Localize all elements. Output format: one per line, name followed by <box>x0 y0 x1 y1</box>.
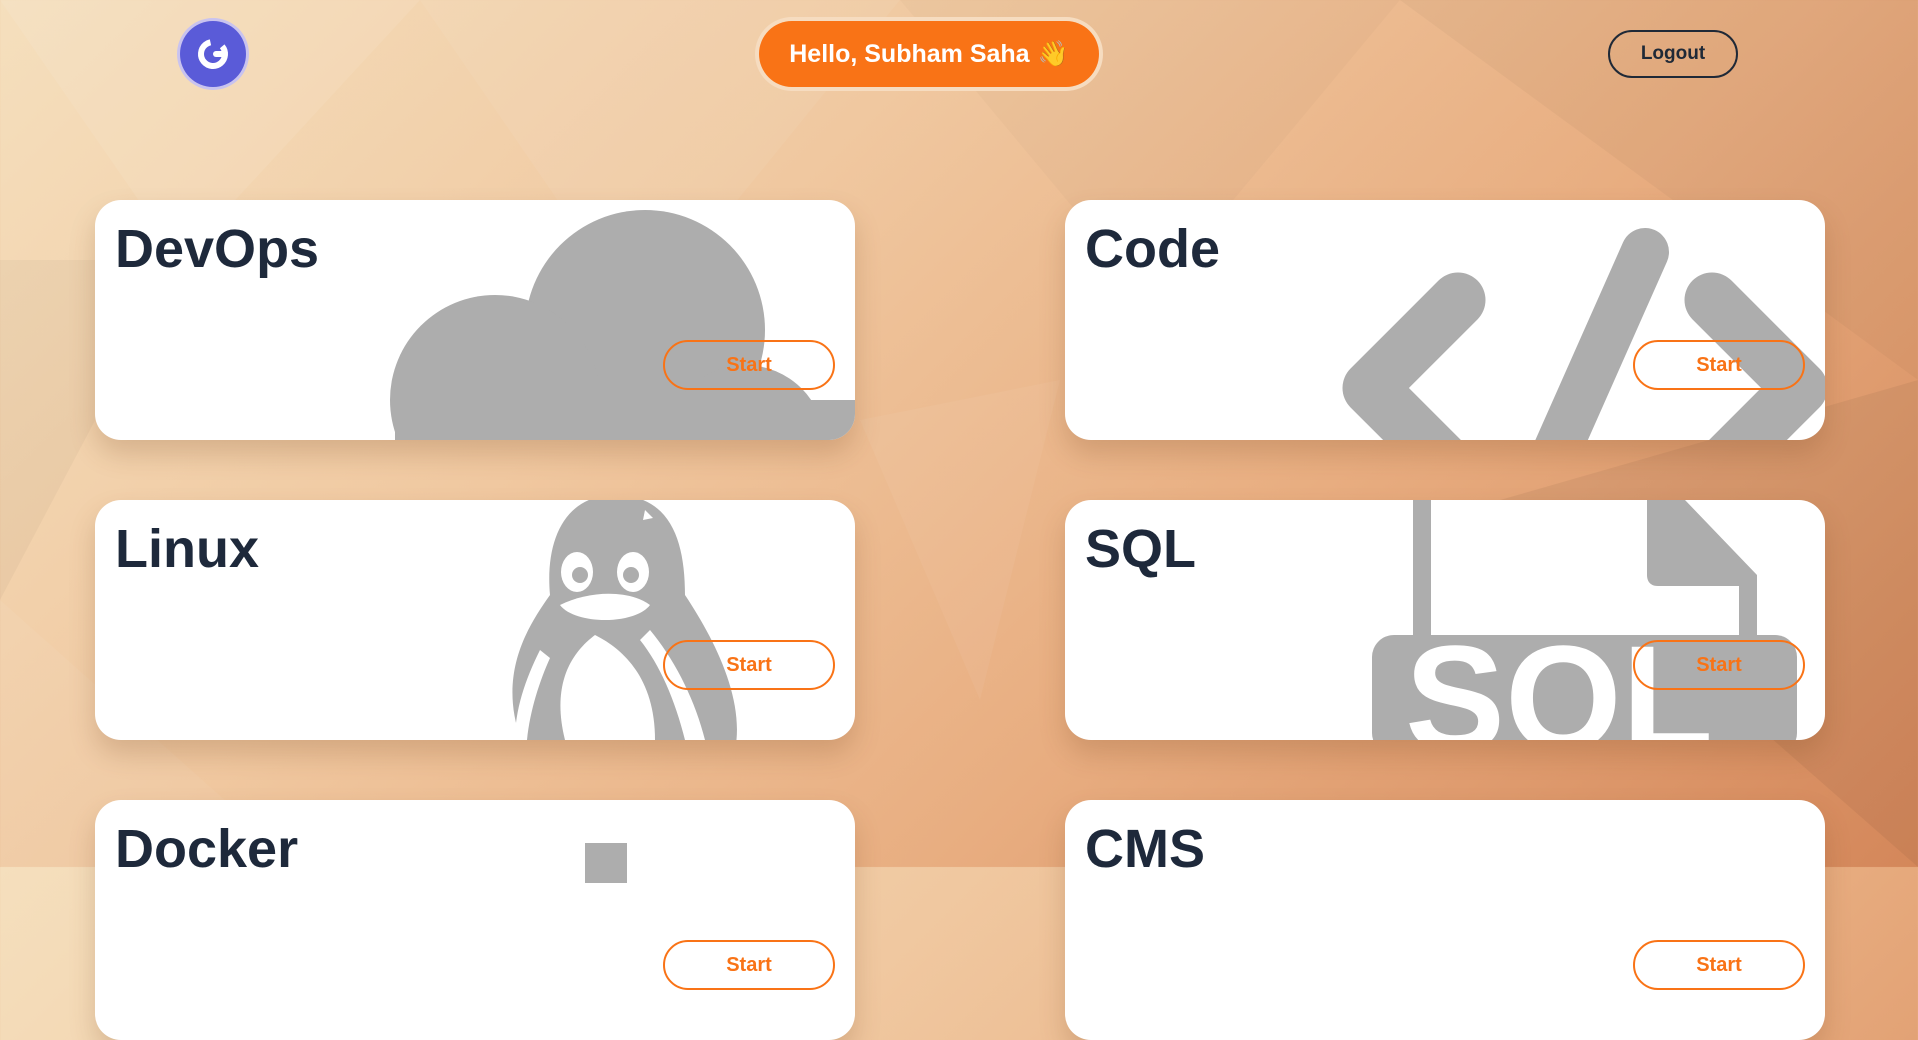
card-title: Linux <box>115 519 259 579</box>
logo[interactable] <box>180 21 246 87</box>
card-title: SQL <box>1085 519 1197 579</box>
card-title: CMS <box>1085 819 1205 879</box>
start-button[interactable]: Start <box>663 340 835 390</box>
course-card-devops[interactable]: DevOps Start <box>95 200 855 440</box>
greeting-badge: Hello, Subham Saha 👋 <box>759 21 1099 87</box>
start-button[interactable]: Start <box>663 940 835 990</box>
course-card-cms[interactable]: CMS Start <box>1065 800 1825 1040</box>
wave-icon: 👋 <box>1037 39 1069 68</box>
card-title: Code <box>1085 219 1220 279</box>
start-button[interactable]: Start <box>1633 340 1805 390</box>
card-title: Docker <box>115 819 299 879</box>
greeting-text: Hello, Subham Saha <box>789 39 1030 68</box>
logout-button[interactable]: Logout <box>1608 30 1738 78</box>
top-bar: Hello, Subham Saha 👋 Logout <box>0 0 1918 110</box>
card-title: DevOps <box>115 219 320 279</box>
course-card-code[interactable]: Code Start <box>1065 200 1825 440</box>
start-button[interactable]: Start <box>1633 940 1805 990</box>
course-card-linux[interactable]: Linux Start <box>95 500 855 740</box>
course-card-sql[interactable]: SQL SQL Start <box>1065 500 1825 740</box>
logo-icon <box>198 39 228 69</box>
start-button[interactable]: Start <box>663 640 835 690</box>
course-card-docker[interactable]: Docker Start <box>95 800 855 1040</box>
start-button[interactable]: Start <box>1633 640 1805 690</box>
